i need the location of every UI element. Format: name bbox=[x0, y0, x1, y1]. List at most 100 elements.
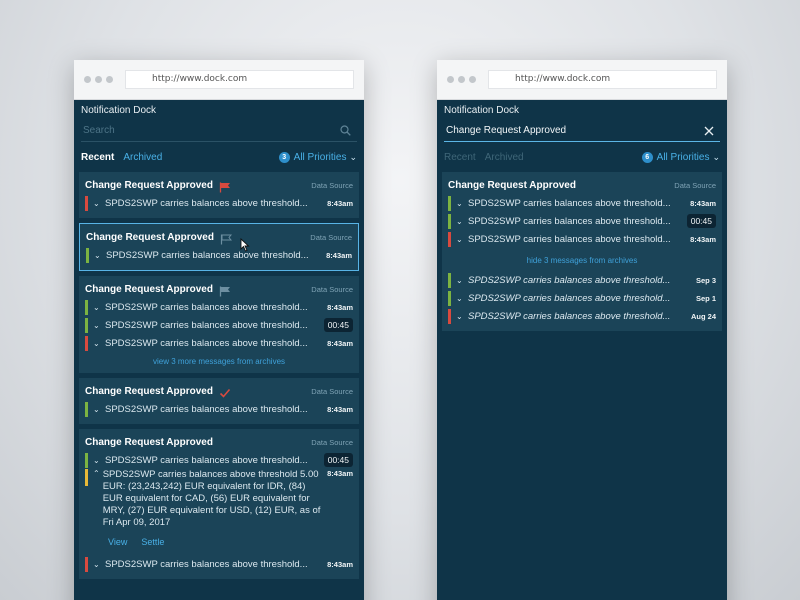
tab-archived[interactable]: Archived bbox=[485, 152, 524, 163]
message-text: SPDS2SWP carries balances above threshol… bbox=[468, 310, 671, 322]
message-row[interactable]: ⌄ SPDS2SWP carries balances above thresh… bbox=[448, 212, 716, 230]
chevron-down-icon[interactable]: ⌄ bbox=[456, 294, 465, 303]
priority-filter[interactable]: 6 All Priorities ⌄ bbox=[641, 151, 720, 163]
message-row[interactable]: ⌄ SPDS2SWP carries balances above thresh… bbox=[85, 555, 353, 573]
search-input[interactable]: Search bbox=[83, 125, 340, 136]
message-time: 8:43am bbox=[327, 338, 353, 348]
message-row[interactable]: ⌄ SPDS2SWP carries balances above thresh… bbox=[85, 194, 353, 212]
search-icon[interactable] bbox=[340, 125, 351, 136]
message-row[interactable]: ⌄ SPDS2SWP carries balances above thresh… bbox=[85, 298, 353, 316]
message-row[interactable]: ⌄ SPDS2SWP carries balances above thresh… bbox=[85, 334, 353, 352]
close-icon[interactable] bbox=[704, 126, 714, 136]
settle-button[interactable]: Settle bbox=[141, 537, 164, 547]
expanded-message[interactable]: ⌃ SPDS2SWP carries balances above thresh… bbox=[85, 469, 353, 555]
message-time: 8:43am bbox=[326, 250, 352, 260]
chevron-down-icon[interactable]: ⌄ bbox=[456, 276, 465, 285]
chevron-down-icon[interactable]: ⌄ bbox=[93, 339, 102, 348]
message-row[interactable]: ⌄ SPDS2SWP carries balances above thresh… bbox=[86, 246, 352, 264]
message-row[interactable]: ⌄ SPDS2SWP carries balances above thresh… bbox=[448, 230, 716, 248]
data-source-label: Data Source bbox=[311, 437, 353, 447]
message-text: SPDS2SWP carries balances above threshol… bbox=[106, 249, 309, 261]
message-text: SPDS2SWP carries balances above threshol… bbox=[105, 403, 308, 415]
card-title: Change Request Approved bbox=[85, 283, 213, 295]
message-time: 8:43am bbox=[327, 302, 353, 312]
chevron-down-icon[interactable]: ⌄ bbox=[94, 251, 103, 260]
archived-message-row[interactable]: ⌄ SPDS2SWP carries balances above thresh… bbox=[448, 289, 716, 307]
message-text: SPDS2SWP carries balances above threshol… bbox=[105, 301, 308, 313]
address-bar[interactable]: http://www.dock.com bbox=[125, 70, 354, 89]
search-box[interactable]: Change Request Approved bbox=[444, 120, 720, 142]
message-row[interactable]: ⌄ SPDS2SWP carries balances above thresh… bbox=[85, 316, 353, 334]
chevron-down-icon[interactable]: ⌄ bbox=[456, 235, 465, 244]
status-bar bbox=[448, 231, 451, 247]
view-archive-link[interactable]: view 3 more messages from archives bbox=[85, 352, 353, 367]
address-bar[interactable]: http://www.dock.com bbox=[488, 70, 717, 89]
message-text: SPDS2SWP carries balances above threshol… bbox=[105, 319, 308, 331]
message-text: SPDS2SWP carries balances above threshol… bbox=[105, 558, 308, 570]
flag-outline-icon[interactable] bbox=[220, 232, 233, 244]
status-bar bbox=[85, 317, 88, 333]
notification-card[interactable]: Change Request Approved Data Source ⌄ SP… bbox=[79, 429, 359, 579]
filter-bar: Recent Archived 6 All Priorities ⌄ bbox=[442, 142, 722, 172]
status-bar bbox=[85, 452, 88, 468]
message-row[interactable]: ⌄ SPDS2SWP carries balances above thresh… bbox=[85, 451, 353, 469]
filter-bar: Recent Archived 3 All Priorities ⌄ bbox=[79, 142, 359, 172]
status-bar bbox=[85, 401, 88, 417]
chevron-down-icon[interactable]: ⌄ bbox=[93, 405, 102, 414]
chevron-down-icon: ⌄ bbox=[349, 151, 357, 162]
priority-count-badge: 6 bbox=[641, 151, 653, 163]
window-controls bbox=[447, 76, 476, 83]
message-date: Aug 24 bbox=[690, 311, 716, 321]
window-dot[interactable] bbox=[458, 76, 465, 83]
tab-recent[interactable]: Recent bbox=[444, 152, 476, 163]
chevron-down-icon[interactable]: ⌄ bbox=[456, 217, 465, 226]
chevron-down-icon[interactable]: ⌄ bbox=[456, 312, 465, 321]
chevron-down-icon[interactable]: ⌄ bbox=[456, 199, 465, 208]
hide-archive-link[interactable]: hide 3 messages from archives bbox=[448, 248, 716, 271]
priority-label: All Priorities bbox=[293, 151, 347, 163]
view-button[interactable]: View bbox=[108, 537, 127, 547]
search-box[interactable]: Search bbox=[81, 120, 357, 142]
chevron-down-icon[interactable]: ⌄ bbox=[93, 321, 102, 330]
message-time: 8:43am bbox=[327, 198, 353, 208]
status-bar bbox=[85, 335, 88, 351]
chevron-down-icon[interactable]: ⌄ bbox=[93, 303, 102, 312]
notification-card[interactable]: Change Request Approved Data Source ⌄ SP… bbox=[79, 172, 359, 218]
browser-toolbar: http://www.dock.com bbox=[74, 60, 364, 100]
notification-card[interactable]: Change Request Approved Data Source ⌄ SP… bbox=[79, 378, 359, 424]
expanded-message-text: SPDS2SWP carries balances above threshol… bbox=[102, 469, 321, 528]
browser-window-left: http://www.dock.com Notification Dock Se… bbox=[74, 60, 364, 600]
search-input[interactable]: Change Request Approved bbox=[446, 125, 704, 136]
chevron-up-icon[interactable]: ⌃ bbox=[93, 469, 100, 478]
notification-card[interactable]: Change Request Approved Data Source ⌄ SP… bbox=[442, 172, 722, 331]
notification-card-selected[interactable]: Change Request Approved Data Source ⌄ SP… bbox=[79, 223, 359, 271]
notification-card[interactable]: Change Request Approved Data Source ⌄ SP… bbox=[79, 276, 359, 373]
window-dot[interactable] bbox=[447, 76, 454, 83]
message-row[interactable]: ⌄ SPDS2SWP carries balances above thresh… bbox=[448, 194, 716, 212]
window-dot[interactable] bbox=[469, 76, 476, 83]
data-source-label: Data Source bbox=[311, 180, 353, 190]
priority-filter[interactable]: 3 All Priorities ⌄ bbox=[278, 151, 357, 163]
chevron-down-icon[interactable]: ⌄ bbox=[93, 199, 102, 208]
data-source-label: Data Source bbox=[674, 180, 716, 190]
window-dot[interactable] bbox=[95, 76, 102, 83]
message-text: SPDS2SWP carries balances above threshol… bbox=[468, 233, 671, 245]
archived-message-row[interactable]: ⌄ SPDS2SWP carries balances above thresh… bbox=[448, 307, 716, 325]
tab-recent[interactable]: Recent bbox=[81, 152, 114, 163]
message-time: 8:43am bbox=[327, 559, 353, 569]
message-time: 8:43am bbox=[327, 404, 353, 414]
tab-archived[interactable]: Archived bbox=[123, 152, 162, 163]
archived-message-row[interactable]: ⌄ SPDS2SWP carries balances above thresh… bbox=[448, 271, 716, 289]
window-dot[interactable] bbox=[84, 76, 91, 83]
chevron-down-icon[interactable]: ⌄ bbox=[93, 456, 102, 465]
message-time: 00:45 bbox=[323, 318, 353, 332]
status-bar bbox=[448, 290, 451, 306]
chevron-down-icon[interactable]: ⌄ bbox=[93, 560, 102, 569]
card-title: Change Request Approved bbox=[85, 385, 213, 397]
window-dot[interactable] bbox=[106, 76, 113, 83]
flag-icon[interactable] bbox=[219, 180, 231, 192]
mouse-cursor-icon bbox=[240, 237, 250, 257]
message-row[interactable]: ⌄ SPDS2SWP carries balances above thresh… bbox=[85, 400, 353, 418]
data-source-label: Data Source bbox=[310, 232, 352, 242]
flag-gray-icon[interactable] bbox=[219, 284, 231, 296]
